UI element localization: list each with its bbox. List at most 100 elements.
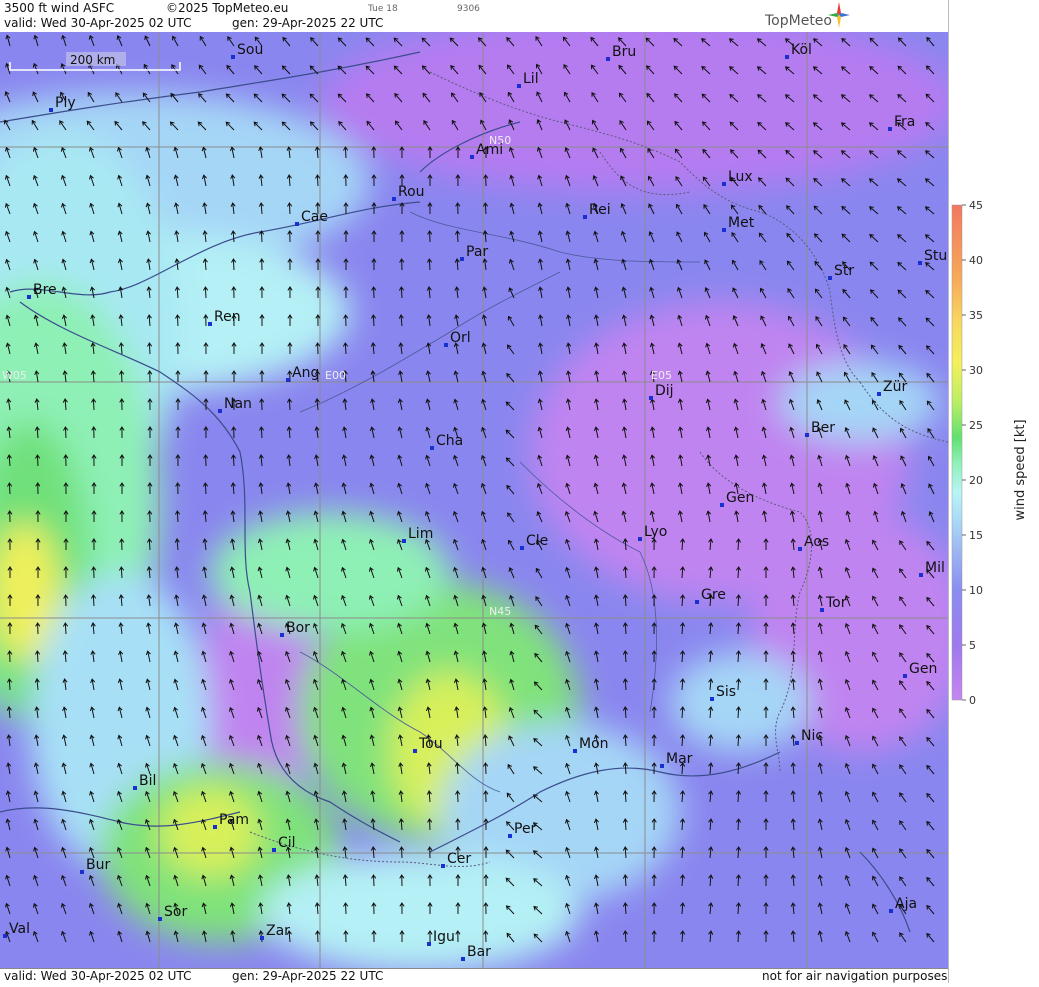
city-label: Ami [476, 142, 503, 158]
city-marker [889, 909, 893, 913]
city-marker [720, 503, 724, 507]
city-label: Stu [924, 248, 947, 264]
city-label: Par [466, 244, 488, 260]
city-marker [208, 322, 212, 326]
city-label: Str [834, 263, 854, 279]
city-label: Cle [526, 533, 548, 549]
city-label: Rou [398, 184, 425, 200]
city-label: Nic [801, 728, 823, 744]
city-marker [280, 633, 284, 637]
disclaimer-text: not for air navigation purposes [762, 969, 948, 983]
city-label: Köl [791, 42, 812, 58]
city-label: Per [514, 821, 537, 837]
city-label: Nan [224, 396, 252, 412]
grid-label-e05: E05 [651, 369, 672, 382]
legend-tick-label: 30 [969, 364, 983, 377]
grid-label-w05: W05 [2, 369, 27, 382]
city-marker [213, 825, 217, 829]
legend-color-bar [951, 204, 963, 701]
city-label: Tou [418, 736, 443, 752]
city-label: Mar [666, 751, 693, 767]
forecast-tab-day: Tue 18 [368, 4, 398, 14]
city-marker [80, 870, 84, 874]
city-marker [798, 547, 802, 551]
city-marker [573, 749, 577, 753]
city-label: Lux [728, 169, 753, 185]
city-marker [444, 343, 448, 347]
city-label: Bru [612, 44, 636, 60]
legend-tick-label: 25 [969, 419, 983, 432]
city-label: Mil [925, 560, 945, 576]
city-marker [785, 55, 789, 59]
footer-valid-time: valid: Wed 30-Apr-2025 02 UTC [4, 969, 192, 983]
city-marker [133, 786, 137, 790]
city-label: Lim [408, 526, 433, 542]
grid-label-n45: N45 [489, 605, 511, 618]
city-marker [272, 848, 276, 852]
legend-tick-label: 5 [969, 639, 976, 652]
compass-star-icon [828, 2, 850, 28]
city-label: Cer [447, 851, 471, 867]
city-marker [460, 257, 464, 261]
city-label: Ang [292, 365, 319, 381]
product-title: 3500 ft wind ASFC [4, 1, 115, 15]
city-marker [260, 936, 264, 940]
grid-label-e00: E00 [325, 369, 346, 382]
footer-generation-time: gen: 29-Apr-2025 22 UTC [232, 969, 384, 983]
city-label: Met [728, 215, 755, 231]
city-label: Fra [894, 114, 915, 130]
city-label: Gen [726, 490, 754, 506]
city-marker [402, 539, 406, 543]
scale-label: 200 km [70, 53, 115, 67]
city-marker [520, 546, 524, 550]
city-label: Sor [164, 904, 187, 920]
city-marker [392, 197, 396, 201]
city-label: Pam [219, 812, 249, 828]
city-marker [660, 764, 664, 768]
city-label: Ren [214, 309, 241, 325]
city-marker [286, 378, 290, 382]
city-marker [430, 446, 434, 450]
city-label: Rei [589, 202, 611, 218]
city-marker [722, 182, 726, 186]
city-label: Mon [579, 736, 609, 752]
city-marker [470, 155, 474, 159]
city-marker [517, 84, 521, 88]
city-label: Dij [655, 383, 674, 399]
city-label: Sou [237, 42, 263, 58]
legend-tick-label: 20 [969, 474, 983, 487]
city-marker [49, 108, 53, 112]
city-marker [638, 537, 642, 541]
city-marker [805, 433, 809, 437]
city-label: Lil [523, 71, 539, 87]
city-label: Igu [433, 929, 455, 945]
city-marker [903, 674, 907, 678]
city-label: Sis [716, 684, 736, 700]
legend-tick-label: 10 [969, 584, 983, 597]
city-label: Gen [909, 661, 937, 677]
city-marker [231, 55, 235, 59]
city-marker [695, 600, 699, 604]
city-label: Bur [86, 857, 110, 873]
generation-time: gen: 29-Apr-2025 22 UTC [232, 16, 384, 30]
city-label: Aja [895, 896, 917, 912]
city-marker [795, 741, 799, 745]
city-label: Zür [883, 379, 907, 395]
city-label: Ply [55, 95, 76, 111]
valid-time: valid: Wed 30-Apr-2025 02 UTC [4, 16, 192, 30]
city-marker [3, 934, 7, 938]
city-marker [606, 57, 610, 61]
city-marker [710, 697, 714, 701]
topmeteo-logo: TopMeteo [750, 2, 850, 30]
legend-tick-label: 45 [969, 199, 983, 212]
city-marker [461, 957, 465, 961]
city-label: Bil [139, 773, 156, 789]
city-label: Val [9, 921, 30, 937]
city-marker [158, 917, 162, 921]
city-marker [919, 573, 923, 577]
city-label: Gre [701, 587, 726, 603]
wind-map[interactable]: N50 N45 W05 E00 E05 200 km Sou Bru Köl Lil P… [0, 32, 948, 968]
city-marker [820, 608, 824, 612]
city-marker [583, 215, 587, 219]
city-label: Aos [804, 534, 829, 550]
